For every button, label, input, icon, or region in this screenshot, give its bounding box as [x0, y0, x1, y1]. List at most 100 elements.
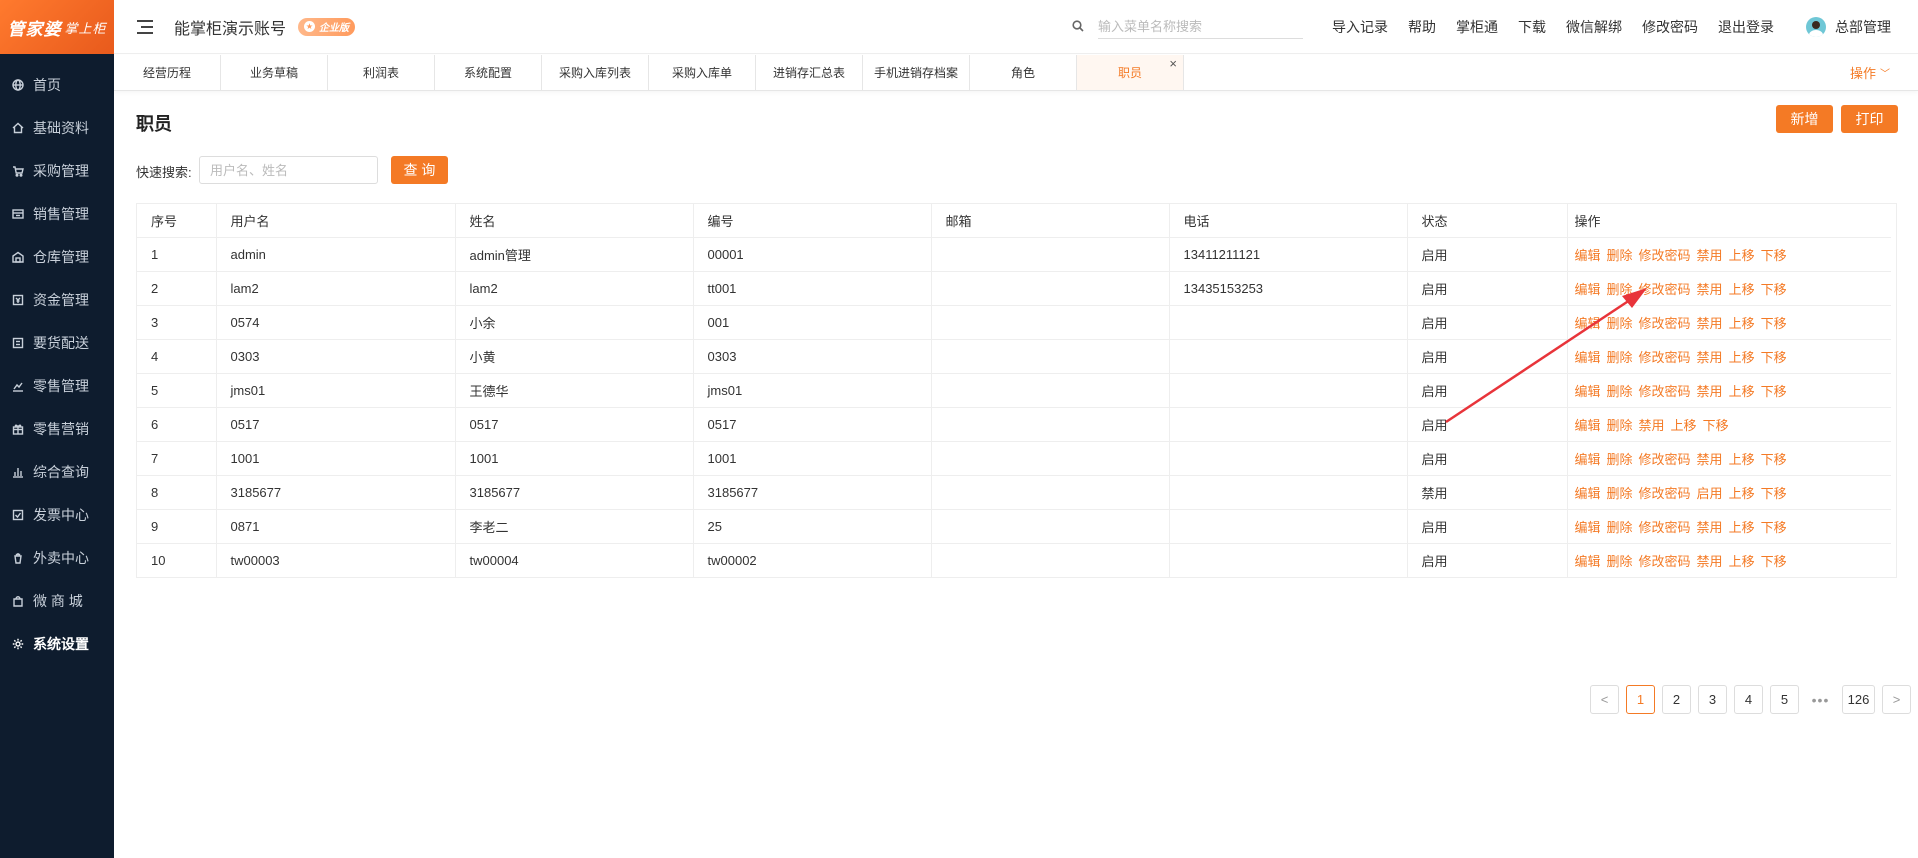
top-link-0[interactable]: 导入记录 [1332, 17, 1388, 37]
print-button[interactable]: 打印 [1841, 105, 1898, 133]
row-action-link[interactable]: 下移 [1761, 452, 1787, 467]
sidebar-item-7[interactable]: 零售管理 [0, 364, 114, 407]
row-action-link[interactable]: 修改密码 [1639, 248, 1691, 263]
row-action-link[interactable]: 删除 [1607, 418, 1633, 433]
row-action-link[interactable]: 上移 [1729, 520, 1755, 535]
row-action-link[interactable]: 下移 [1761, 316, 1787, 331]
sidebar-item-3[interactable]: 销售管理 [0, 192, 114, 235]
row-action-link[interactable]: 上移 [1729, 350, 1755, 365]
row-action-link[interactable]: 修改密码 [1639, 554, 1691, 569]
top-link-6[interactable]: 退出登录 [1718, 17, 1774, 37]
row-action-link[interactable]: 上移 [1729, 452, 1755, 467]
top-link-4[interactable]: 微信解绑 [1566, 17, 1622, 37]
sidebar-item-6[interactable]: 要货配送 [0, 321, 114, 364]
row-action-link[interactable]: 编辑 [1575, 554, 1601, 569]
sidebar-item-9[interactable]: 综合查询 [0, 450, 114, 493]
row-action-link[interactable]: 下移 [1761, 486, 1787, 501]
row-action-link[interactable]: 上移 [1671, 418, 1697, 433]
row-action-link[interactable]: 上移 [1729, 486, 1755, 501]
row-action-link[interactable]: 上移 [1729, 248, 1755, 263]
row-action-link[interactable]: 编辑 [1575, 520, 1601, 535]
tab-7[interactable]: 手机进销存档案 [863, 55, 970, 90]
page-button[interactable]: 5 [1770, 685, 1799, 714]
sidebar-item-5[interactable]: 资金管理 [0, 278, 114, 321]
page-button[interactable]: 3 [1698, 685, 1727, 714]
add-button[interactable]: 新增 [1776, 105, 1833, 133]
row-action-link[interactable]: 启用 [1697, 486, 1723, 501]
row-action-link[interactable]: 删除 [1607, 452, 1633, 467]
row-action-link[interactable]: 禁用 [1697, 520, 1723, 535]
row-action-link[interactable]: 修改密码 [1639, 282, 1691, 297]
sidebar-item-10[interactable]: 发票中心 [0, 493, 114, 536]
row-action-link[interactable]: 修改密码 [1639, 520, 1691, 535]
query-button[interactable]: 查 询 [391, 156, 448, 184]
sidebar-item-12[interactable]: 微 商 城 [0, 579, 114, 622]
row-action-link[interactable]: 禁用 [1697, 248, 1723, 263]
row-action-link[interactable]: 禁用 [1697, 316, 1723, 331]
row-action-link[interactable]: 下移 [1761, 350, 1787, 365]
last-page-button[interactable]: 126 [1842, 685, 1875, 714]
row-action-link[interactable]: 修改密码 [1639, 486, 1691, 501]
row-action-link[interactable]: 删除 [1607, 248, 1633, 263]
tab-9[interactable]: 职员 × [1077, 55, 1184, 90]
page-button[interactable]: 4 [1734, 685, 1763, 714]
page-button[interactable]: 1 [1626, 685, 1655, 714]
row-action-link[interactable]: 编辑 [1575, 282, 1601, 297]
tab-4[interactable]: 采购入库列表 [542, 55, 649, 90]
row-action-link[interactable]: 编辑 [1575, 350, 1601, 365]
sidebar-item-11[interactable]: 外卖中心 [0, 536, 114, 579]
sidebar-item-0[interactable]: 首页 [0, 63, 114, 106]
sidebar-item-13[interactable]: 系统设置 [0, 622, 114, 665]
tab-2[interactable]: 利润表 [328, 55, 435, 90]
row-action-link[interactable]: 下移 [1761, 554, 1787, 569]
row-action-link[interactable]: 禁用 [1697, 282, 1723, 297]
row-action-link[interactable]: 编辑 [1575, 384, 1601, 399]
page-button[interactable]: 2 [1662, 685, 1691, 714]
tab-operations-button[interactable]: 操作 ﹀ [1850, 55, 1890, 90]
prev-page-button[interactable]: < [1590, 685, 1619, 714]
row-action-link[interactable]: 修改密码 [1639, 316, 1691, 331]
row-action-link[interactable]: 编辑 [1575, 452, 1601, 467]
sidebar-item-2[interactable]: 采购管理 [0, 149, 114, 192]
row-action-link[interactable]: 删除 [1607, 282, 1633, 297]
row-action-link[interactable]: 禁用 [1697, 452, 1723, 467]
top-link-1[interactable]: 帮助 [1408, 17, 1436, 37]
row-action-link[interactable]: 下移 [1761, 282, 1787, 297]
row-action-link[interactable]: 编辑 [1575, 418, 1601, 433]
top-link-2[interactable]: 掌柜通 [1456, 17, 1498, 37]
next-page-button[interactable]: > [1882, 685, 1911, 714]
close-icon[interactable]: × [1169, 57, 1177, 70]
row-action-link[interactable]: 下移 [1761, 520, 1787, 535]
row-action-link[interactable]: 编辑 [1575, 316, 1601, 331]
menu-toggle-icon[interactable] [137, 19, 153, 34]
row-action-link[interactable]: 删除 [1607, 486, 1633, 501]
row-action-link[interactable]: 上移 [1729, 282, 1755, 297]
quick-search-input[interactable] [199, 156, 378, 184]
row-action-link[interactable]: 删除 [1607, 316, 1633, 331]
row-action-link[interactable]: 下移 [1761, 248, 1787, 263]
row-action-link[interactable]: 编辑 [1575, 486, 1601, 501]
row-action-link[interactable]: 禁用 [1697, 384, 1723, 399]
row-action-link[interactable]: 禁用 [1697, 350, 1723, 365]
tab-5[interactable]: 采购入库单 [649, 55, 756, 90]
row-action-link[interactable]: 修改密码 [1639, 384, 1691, 399]
row-action-link[interactable]: 删除 [1607, 350, 1633, 365]
row-action-link[interactable]: 删除 [1607, 554, 1633, 569]
row-action-link[interactable]: 下移 [1761, 384, 1787, 399]
row-action-link[interactable]: 修改密码 [1639, 350, 1691, 365]
tab-3[interactable]: 系统配置 [435, 55, 542, 90]
tab-1[interactable]: 业务草稿 [221, 55, 328, 90]
row-action-link[interactable]: 删除 [1607, 520, 1633, 535]
top-link-5[interactable]: 修改密码 [1642, 17, 1698, 37]
tab-8[interactable]: 角色 [970, 55, 1077, 90]
sidebar-item-1[interactable]: 基础资料 [0, 106, 114, 149]
user-menu[interactable]: 总部管理 [1806, 16, 1891, 37]
top-link-3[interactable]: 下载 [1518, 17, 1546, 37]
row-action-link[interactable]: 禁用 [1697, 554, 1723, 569]
row-action-link[interactable]: 修改密码 [1639, 452, 1691, 467]
row-action-link[interactable]: 删除 [1607, 384, 1633, 399]
tab-0[interactable]: 经营历程 [114, 55, 221, 90]
row-action-link[interactable]: 上移 [1729, 316, 1755, 331]
search-icon[interactable] [1072, 19, 1084, 35]
tab-6[interactable]: 进销存汇总表 [756, 55, 863, 90]
